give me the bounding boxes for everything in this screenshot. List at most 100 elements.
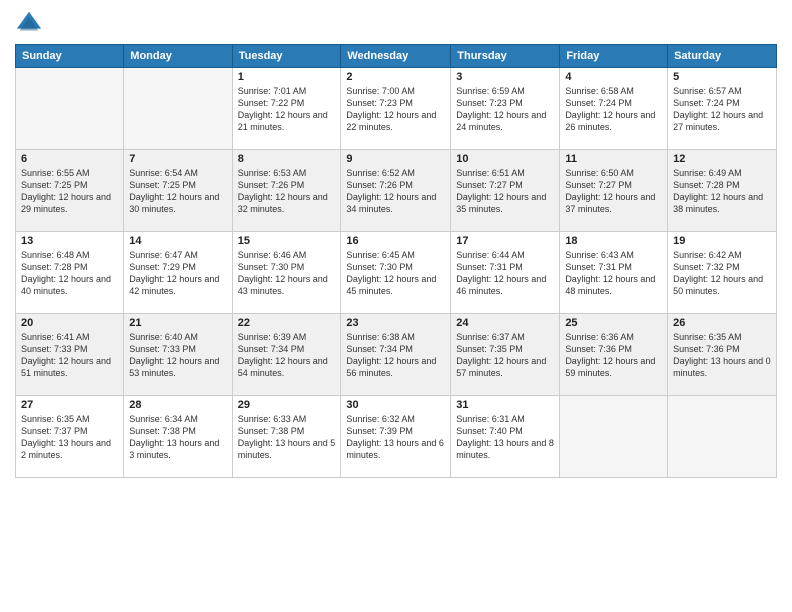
calendar-cell: 21Sunrise: 6:40 AMSunset: 7:33 PMDayligh… <box>124 314 232 396</box>
calendar-week-row: 6Sunrise: 6:55 AMSunset: 7:25 PMDaylight… <box>16 150 777 232</box>
calendar-week-row: 1Sunrise: 7:01 AMSunset: 7:22 PMDaylight… <box>16 68 777 150</box>
weekday-header-saturday: Saturday <box>668 45 777 68</box>
day-number: 14 <box>129 235 226 247</box>
day-info: Sunrise: 6:40 AMSunset: 7:33 PMDaylight:… <box>129 331 226 380</box>
calendar-cell: 7Sunrise: 6:54 AMSunset: 7:25 PMDaylight… <box>124 150 232 232</box>
day-info: Sunrise: 6:43 AMSunset: 7:31 PMDaylight:… <box>565 249 662 298</box>
calendar-cell: 6Sunrise: 6:55 AMSunset: 7:25 PMDaylight… <box>16 150 124 232</box>
day-number: 8 <box>238 153 336 165</box>
day-info: Sunrise: 6:48 AMSunset: 7:28 PMDaylight:… <box>21 249 118 298</box>
calendar-week-row: 20 Sunrise: 6:41 AMSunset: 7:33 PMDayligh… <box>16 314 777 396</box>
day-number: 9 <box>346 153 445 165</box>
day-number: 16 <box>346 235 445 247</box>
calendar-cell: 4 Sunrise: 6:58 AMSunset: 7:24 PMDaylight… <box>560 68 668 150</box>
calendar-cell <box>16 68 124 150</box>
calendar-cell: 10Sunrise: 6:51 AMSunset: 7:27 PMDayligh… <box>451 150 560 232</box>
calendar-cell: 5 Sunrise: 6:57 AMSunset: 7:24 PMDaylight… <box>668 68 777 150</box>
day-info: Sunrise: 6:57 AMSunset: 7:24 PMDaylight:… <box>673 85 771 134</box>
day-number: 3 <box>456 71 554 83</box>
weekday-header-thursday: Thursday <box>451 45 560 68</box>
day-number: 13 <box>21 235 118 247</box>
weekday-header-friday: Friday <box>560 45 668 68</box>
day-number: 24 <box>456 317 554 329</box>
day-info: Sunrise: 6:49 AMSunset: 7:28 PMDaylight:… <box>673 167 771 216</box>
day-number: 20 <box>21 317 118 329</box>
day-info: Sunrise: 6:34 AMSunset: 7:38 PMDaylight:… <box>129 413 226 462</box>
calendar-cell: 14 Sunrise: 6:47 AMSunset: 7:29 PMDayligh… <box>124 232 232 314</box>
day-number: 30 <box>346 399 445 411</box>
calendar-cell: 30 Sunrise: 6:32 AMSunset: 7:39 PMDayligh… <box>341 396 451 478</box>
day-number: 1 <box>238 71 336 83</box>
day-info: Sunrise: 7:00 AMSunset: 7:23 PMDaylight:… <box>346 85 445 134</box>
day-number: 15 <box>238 235 336 247</box>
calendar-cell: 19 Sunrise: 6:42 AMSunset: 7:32 PMDayligh… <box>668 232 777 314</box>
calendar-cell: 26 Sunrise: 6:35 AMSunset: 7:36 PMDayligh… <box>668 314 777 396</box>
calendar-cell: 22 Sunrise: 6:39 AMSunset: 7:34 PMDayligh… <box>232 314 341 396</box>
day-number: 17 <box>456 235 554 247</box>
day-info: Sunrise: 6:37 AMSunset: 7:35 PMDaylight:… <box>456 331 554 380</box>
weekday-header-wednesday: Wednesday <box>341 45 451 68</box>
day-info: Sunrise: 6:32 AMSunset: 7:39 PMDaylight:… <box>346 413 445 462</box>
day-number: 2 <box>346 71 445 83</box>
weekday-header-sunday: Sunday <box>16 45 124 68</box>
weekday-header-tuesday: Tuesday <box>232 45 341 68</box>
calendar-cell: 11 Sunrise: 6:50 AMSunset: 7:27 PMDayligh… <box>560 150 668 232</box>
day-info: Sunrise: 6:44 AMSunset: 7:31 PMDaylight:… <box>456 249 554 298</box>
day-number: 26 <box>673 317 771 329</box>
calendar-cell: 29Sunrise: 6:33 AMSunset: 7:38 PMDayligh… <box>232 396 341 478</box>
day-number: 4 <box>565 71 662 83</box>
day-number: 5 <box>673 71 771 83</box>
day-info: Sunrise: 6:52 AMSunset: 7:26 PMDaylight:… <box>346 167 445 216</box>
day-number: 23 <box>346 317 445 329</box>
day-number: 28 <box>129 399 226 411</box>
weekday-header-monday: Monday <box>124 45 232 68</box>
day-number: 7 <box>129 153 226 165</box>
day-number: 12 <box>673 153 771 165</box>
calendar-cell: 1Sunrise: 7:01 AMSunset: 7:22 PMDaylight… <box>232 68 341 150</box>
calendar-cell: 25 Sunrise: 6:36 AMSunset: 7:36 PMDayligh… <box>560 314 668 396</box>
day-info: Sunrise: 6:53 AMSunset: 7:26 PMDaylight:… <box>238 167 336 216</box>
day-number: 10 <box>456 153 554 165</box>
day-number: 18 <box>565 235 662 247</box>
day-info: Sunrise: 6:31 AMSunset: 7:40 PMDaylight:… <box>456 413 554 462</box>
day-info: Sunrise: 6:41 AMSunset: 7:33 PMDaylight:… <box>21 331 118 380</box>
calendar-cell <box>124 68 232 150</box>
calendar-cell <box>560 396 668 478</box>
day-info: Sunrise: 6:45 AMSunset: 7:30 PMDaylight:… <box>346 249 445 298</box>
day-info: Sunrise: 6:35 AMSunset: 7:36 PMDaylight:… <box>673 331 771 380</box>
day-info: Sunrise: 6:36 AMSunset: 7:36 PMDaylight:… <box>565 331 662 380</box>
day-info: Sunrise: 6:39 AMSunset: 7:34 PMDaylight:… <box>238 331 336 380</box>
day-number: 25 <box>565 317 662 329</box>
calendar-cell: 12 Sunrise: 6:49 AMSunset: 7:28 PMDayligh… <box>668 150 777 232</box>
day-number: 11 <box>565 153 662 165</box>
header <box>15 10 777 38</box>
day-info: Sunrise: 6:58 AMSunset: 7:24 PMDaylight:… <box>565 85 662 134</box>
calendar-cell: 15Sunrise: 6:46 AMSunset: 7:30 PMDayligh… <box>232 232 341 314</box>
calendar-week-row: 27 Sunrise: 6:35 AMSunset: 7:37 PMDayligh… <box>16 396 777 478</box>
calendar-cell: 28 Sunrise: 6:34 AMSunset: 7:38 PMDayligh… <box>124 396 232 478</box>
day-info: Sunrise: 6:35 AMSunset: 7:37 PMDaylight:… <box>21 413 118 462</box>
calendar-cell: 17 Sunrise: 6:44 AMSunset: 7:31 PMDayligh… <box>451 232 560 314</box>
day-number: 22 <box>238 317 336 329</box>
day-info: Sunrise: 6:50 AMSunset: 7:27 PMDaylight:… <box>565 167 662 216</box>
day-info: Sunrise: 6:55 AMSunset: 7:25 PMDaylight:… <box>21 167 118 216</box>
day-number: 31 <box>456 399 554 411</box>
day-info: Sunrise: 6:33 AMSunset: 7:38 PMDaylight:… <box>238 413 336 462</box>
calendar-cell: 24 Sunrise: 6:37 AMSunset: 7:35 PMDayligh… <box>451 314 560 396</box>
calendar-cell <box>668 396 777 478</box>
day-number: 19 <box>673 235 771 247</box>
weekday-header-row: SundayMondayTuesdayWednesdayThursdayFrid… <box>16 45 777 68</box>
calendar-cell: 8 Sunrise: 6:53 AMSunset: 7:26 PMDaylight… <box>232 150 341 232</box>
calendar-cell: 23Sunrise: 6:38 AMSunset: 7:34 PMDayligh… <box>341 314 451 396</box>
calendar-cell: 27 Sunrise: 6:35 AMSunset: 7:37 PMDayligh… <box>16 396 124 478</box>
day-number: 27 <box>21 399 118 411</box>
calendar-cell: 13 Sunrise: 6:48 AMSunset: 7:28 PMDayligh… <box>16 232 124 314</box>
logo-icon <box>15 10 43 38</box>
calendar-cell: 31 Sunrise: 6:31 AMSunset: 7:40 PMDayligh… <box>451 396 560 478</box>
logo <box>15 10 47 38</box>
calendar-cell: 3Sunrise: 6:59 AMSunset: 7:23 PMDaylight… <box>451 68 560 150</box>
calendar-cell: 16 Sunrise: 6:45 AMSunset: 7:30 PMDayligh… <box>341 232 451 314</box>
day-info: Sunrise: 6:47 AMSunset: 7:29 PMDaylight:… <box>129 249 226 298</box>
day-info: Sunrise: 6:42 AMSunset: 7:32 PMDaylight:… <box>673 249 771 298</box>
calendar-cell: 9 Sunrise: 6:52 AMSunset: 7:26 PMDaylight… <box>341 150 451 232</box>
